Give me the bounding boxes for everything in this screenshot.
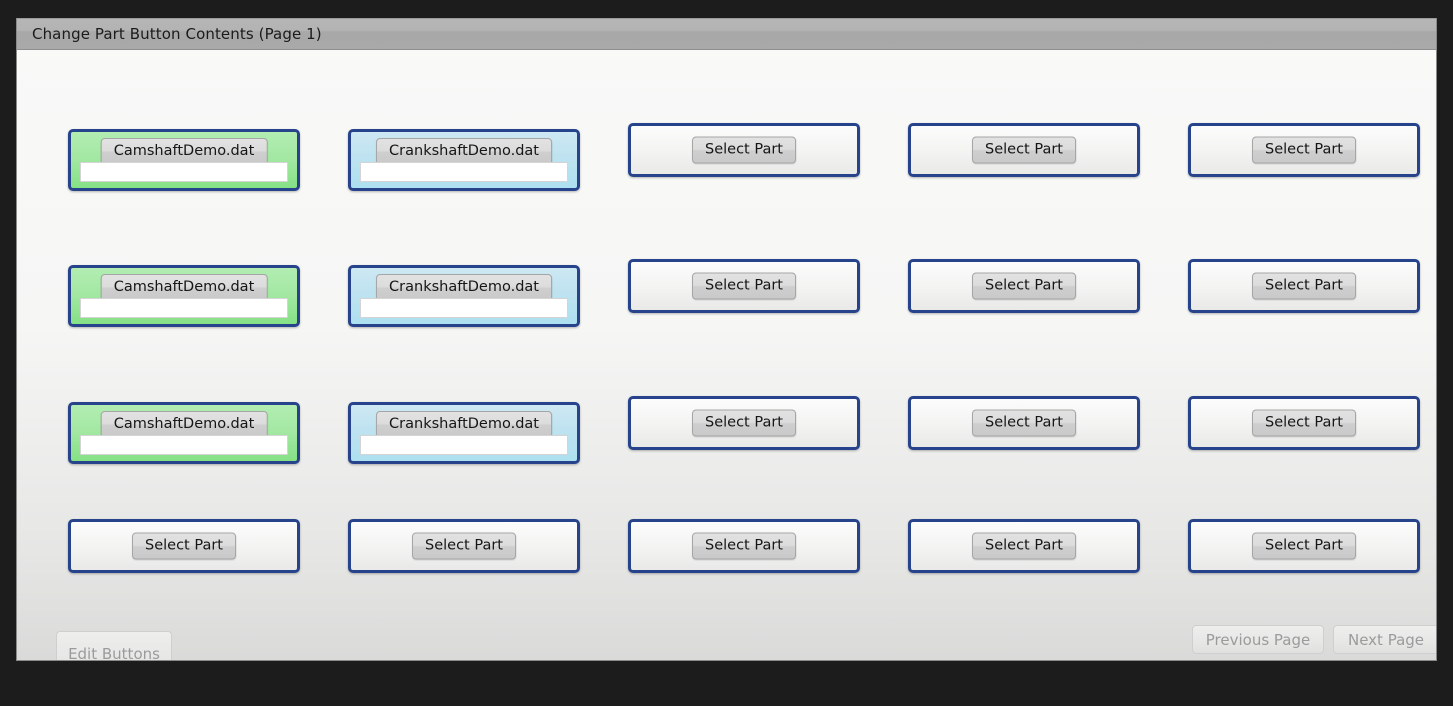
select-part-button[interactable]: Select Part bbox=[972, 136, 1076, 164]
dialog-content: CamshaftDemo.dat CrankshaftDemo.dat Select… bbox=[17, 50, 1436, 660]
previous-page-button[interactable]: Previous Page bbox=[1192, 625, 1324, 654]
dialog-window: Change Part Button Contents (Page 1) Cam… bbox=[16, 18, 1437, 661]
part-cell[interactable]: Select Part bbox=[908, 396, 1140, 450]
part-cell[interactable]: Select Part bbox=[628, 396, 860, 450]
part-cell[interactable]: CrankshaftDemo.dat bbox=[348, 265, 580, 327]
part-quantity-input[interactable] bbox=[360, 162, 568, 182]
select-part-button[interactable]: Select Part bbox=[972, 532, 1076, 560]
select-part-button[interactable]: Select Part bbox=[692, 409, 796, 437]
part-file-button[interactable]: CrankshaftDemo.dat bbox=[376, 411, 552, 438]
part-cell[interactable]: Select Part bbox=[908, 519, 1140, 573]
part-file-button[interactable]: CamshaftDemo.dat bbox=[100, 138, 268, 165]
part-file-button[interactable]: CrankshaftDemo.dat bbox=[376, 138, 552, 165]
select-part-button[interactable]: Select Part bbox=[1252, 409, 1356, 437]
part-file-button[interactable]: CrankshaftDemo.dat bbox=[376, 274, 552, 301]
select-part-button[interactable]: Select Part bbox=[1252, 272, 1356, 300]
part-cell[interactable]: Select Part bbox=[348, 519, 580, 573]
part-quantity-input[interactable] bbox=[80, 298, 288, 318]
select-part-button[interactable]: Select Part bbox=[692, 136, 796, 164]
part-cell[interactable]: Select Part bbox=[1188, 259, 1420, 313]
part-cell[interactable]: Select Part bbox=[628, 123, 860, 177]
part-quantity-input[interactable] bbox=[360, 298, 568, 318]
select-part-button[interactable]: Select Part bbox=[1252, 136, 1356, 164]
title-bar[interactable]: Change Part Button Contents (Page 1) bbox=[17, 18, 1436, 50]
part-cell[interactable]: CamshaftDemo.dat bbox=[68, 129, 300, 191]
part-cell[interactable]: CamshaftDemo.dat bbox=[68, 402, 300, 464]
part-quantity-input[interactable] bbox=[80, 435, 288, 455]
select-part-button[interactable]: Select Part bbox=[972, 272, 1076, 300]
select-part-button[interactable]: Select Part bbox=[972, 409, 1076, 437]
window-frame: Change Part Button Contents (Page 1) Cam… bbox=[0, 0, 1453, 706]
part-button-grid: CamshaftDemo.dat CrankshaftDemo.dat Select… bbox=[17, 50, 1436, 573]
select-part-button[interactable]: Select Part bbox=[412, 532, 516, 560]
part-cell[interactable]: Select Part bbox=[68, 519, 300, 573]
part-cell[interactable]: Select Part bbox=[1188, 396, 1420, 450]
part-quantity-input[interactable] bbox=[360, 435, 568, 455]
part-cell[interactable]: Select Part bbox=[908, 123, 1140, 177]
select-part-button[interactable]: Select Part bbox=[692, 272, 796, 300]
part-cell[interactable]: Select Part bbox=[628, 259, 860, 313]
next-page-button[interactable]: Next Page bbox=[1333, 625, 1436, 654]
part-cell[interactable]: CrankshaftDemo.dat bbox=[348, 129, 580, 191]
part-cell[interactable]: Select Part bbox=[628, 519, 860, 573]
select-part-button[interactable]: Select Part bbox=[132, 532, 236, 560]
window-title: Change Part Button Contents (Page 1) bbox=[32, 25, 322, 43]
edit-buttons-button[interactable]: Edit Buttons bbox=[56, 631, 172, 660]
part-cell[interactable]: CrankshaftDemo.dat bbox=[348, 402, 580, 464]
part-file-button[interactable]: CamshaftDemo.dat bbox=[100, 274, 268, 301]
part-quantity-input[interactable] bbox=[80, 162, 288, 182]
select-part-button[interactable]: Select Part bbox=[692, 532, 796, 560]
part-cell[interactable]: Select Part bbox=[1188, 123, 1420, 177]
select-part-button[interactable]: Select Part bbox=[1252, 532, 1356, 560]
part-cell[interactable]: Select Part bbox=[1188, 519, 1420, 573]
part-cell[interactable]: CamshaftDemo.dat bbox=[68, 265, 300, 327]
part-cell[interactable]: Select Part bbox=[908, 259, 1140, 313]
part-file-button[interactable]: CamshaftDemo.dat bbox=[100, 411, 268, 438]
